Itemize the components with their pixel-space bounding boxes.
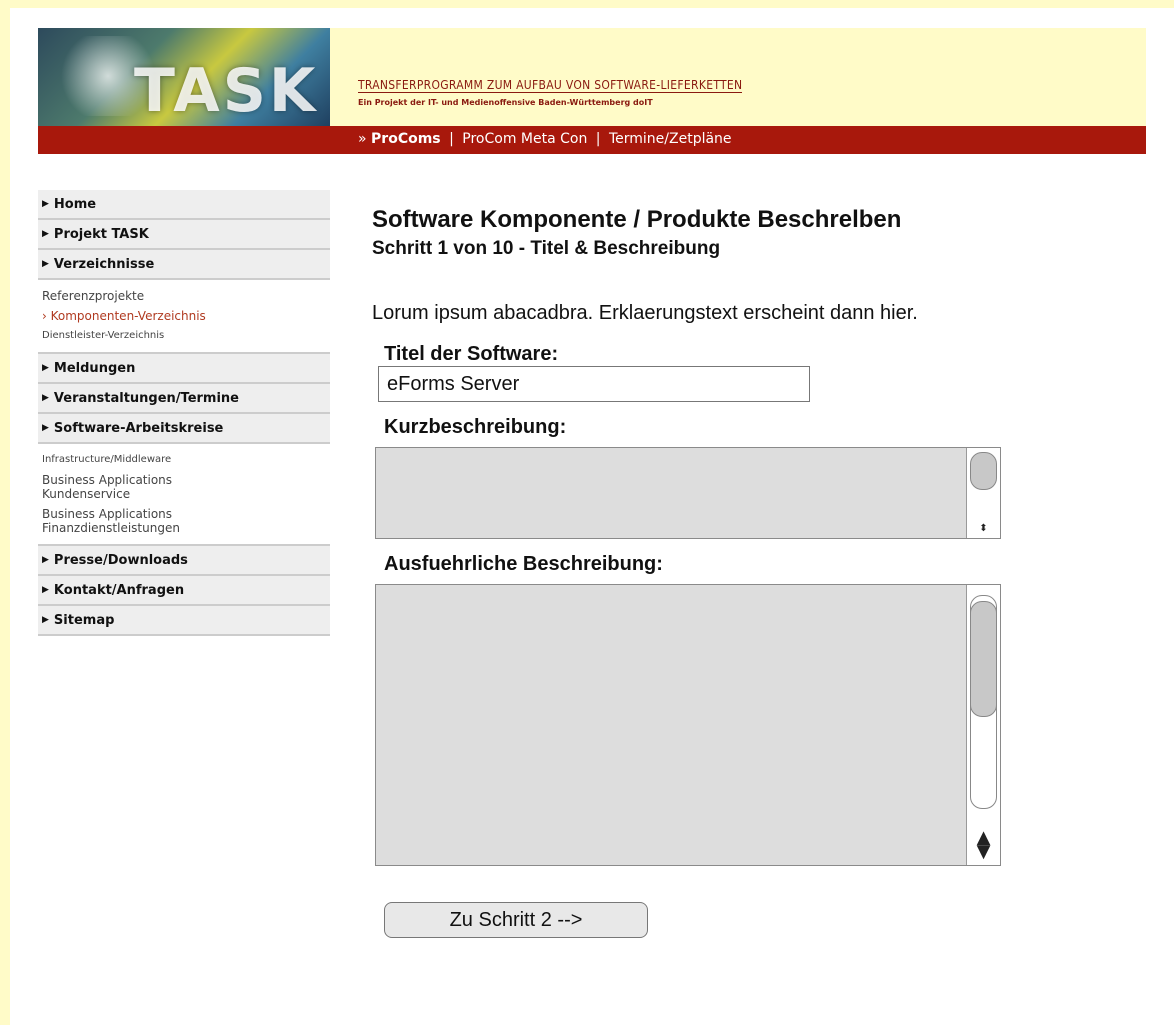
- sidebar-subitem-referenzprojekte[interactable]: Referenzprojekte: [42, 286, 330, 306]
- sidebar-subitem-finanzdienstleistungen[interactable]: Business Applications Finanzdienstleistu…: [42, 504, 252, 538]
- logo-text: TASK: [134, 56, 319, 126]
- next-step-button[interactable]: Zu Schritt 2 -->: [384, 902, 648, 938]
- triangle-right-icon: ▶: [42, 615, 49, 625]
- short-description-scrollbar[interactable]: ⬍: [966, 448, 1000, 538]
- scroll-thumb[interactable]: [970, 452, 997, 490]
- sidebar-item-label: Veranstaltungen/Termine: [53, 390, 240, 406]
- task-logo[interactable]: TASK: [38, 28, 330, 126]
- sidebar-item-verzeichnisse[interactable]: ▶ Verzeichnisse: [38, 250, 330, 280]
- sidebar-item-label: Kontakt/Anfragen: [53, 582, 185, 598]
- nav-item-procoms[interactable]: ProComs: [371, 131, 441, 147]
- sidebar-submenu-verzeichnisse: Referenzprojekte Komponenten-Verzeichnis…: [38, 280, 330, 354]
- sidebar-item-label: Meldungen: [53, 360, 136, 376]
- site-header: TASK TRANSFERPROGRAMM ZUM AUFBAU VON SOF…: [38, 28, 1146, 154]
- sidebar-item-label: Sitemap: [53, 612, 115, 628]
- triangle-right-icon: ▶: [42, 229, 49, 239]
- sidebar-item-arbeitskreise[interactable]: ▶ Software-Arbeitskreise: [38, 414, 330, 444]
- short-description-textarea[interactable]: ⬍: [375, 447, 1001, 539]
- main-content: Software Komponente / Produkte Beschrelb…: [372, 206, 1132, 938]
- triangle-right-icon: ▶: [42, 259, 49, 269]
- page: TASK TRANSFERPROGRAMM ZUM AUFBAU VON SOF…: [10, 8, 1174, 1025]
- triangle-right-icon: ▶: [42, 199, 49, 209]
- sidebar-subitem-dienstleister[interactable]: Dienstleister-Verzeichnis: [42, 326, 330, 346]
- short-description-label: Kurzbeschreibung:: [384, 416, 567, 438]
- top-nav: » ProComs | ProCom Meta Con | Termine/Ze…: [38, 126, 1146, 154]
- triangle-right-icon: ▶: [42, 585, 49, 595]
- scroll-thumb[interactable]: [970, 601, 997, 717]
- banner-subtitle: Ein Projekt der IT- und Medienoffensive …: [358, 98, 653, 107]
- sidebar-item-home[interactable]: ▶ Home: [38, 190, 330, 220]
- scroll-arrows-icon[interactable]: ▲ ▼: [967, 829, 1000, 861]
- sidebar-item-label: Presse/Downloads: [53, 552, 188, 568]
- sidebar: ▶ Home ▶ Projekt TASK ▶ Verzeichnisse Refer…: [38, 190, 330, 636]
- sidebar-item-presse[interactable]: ▶ Presse/Downloads: [38, 546, 330, 576]
- sidebar-subitem-infrastructure[interactable]: Infrastructure/Middleware: [42, 450, 330, 470]
- sidebar-item-label: Verzeichnisse: [53, 256, 155, 272]
- sidebar-item-projekt-task[interactable]: ▶ Projekt TASK: [38, 220, 330, 250]
- page-title: Software Komponente / Produkte Beschrelb…: [372, 206, 902, 233]
- triangle-right-icon: ▶: [42, 393, 49, 403]
- nav-item-termine[interactable]: Termine/Zetpläne: [609, 131, 732, 147]
- triangle-right-icon: ▶: [42, 363, 49, 373]
- scroll-arrows-icon[interactable]: ⬍: [967, 522, 1000, 536]
- nav-prefix-icon: »: [358, 131, 367, 147]
- sidebar-item-meldungen[interactable]: ▶ Meldungen: [38, 354, 330, 384]
- sidebar-subitem-komponenten[interactable]: Komponenten-Verzeichnis: [42, 306, 330, 326]
- banner: TRANSFERPROGRAMM ZUM AUFBAU VON SOFTWARE…: [330, 28, 1146, 126]
- nav-separator: |: [449, 131, 454, 147]
- sidebar-item-veranstaltungen[interactable]: ▶ Veranstaltungen/Termine: [38, 384, 330, 414]
- banner-title: TRANSFERPROGRAMM ZUM AUFBAU VON SOFTWARE…: [358, 78, 743, 93]
- intro-text: Lorum ipsum abacadbra. Erklaerungstext e…: [372, 302, 918, 324]
- long-description-scrollbar[interactable]: ▲ ▼: [966, 585, 1000, 865]
- triangle-right-icon: ▶: [42, 423, 49, 433]
- sidebar-item-sitemap[interactable]: ▶ Sitemap: [38, 606, 330, 636]
- triangle-right-icon: ▶: [42, 555, 49, 565]
- long-description-label: Ausfuehrliche Beschreibung:: [384, 553, 663, 575]
- sidebar-subitem-kundenservice[interactable]: Business Applications Kundenservice: [42, 470, 242, 504]
- sidebar-item-kontakt[interactable]: ▶ Kontakt/Anfragen: [38, 576, 330, 606]
- sidebar-item-label: Home: [53, 196, 97, 212]
- step-subtitle: Schritt 1 von 10 - Titel & Beschreibung: [372, 238, 721, 259]
- sidebar-item-label: Projekt TASK: [53, 226, 149, 242]
- title-input[interactable]: [378, 366, 810, 402]
- long-description-textarea[interactable]: ▲ ▼: [375, 584, 1001, 866]
- sidebar-item-label: Software-Arbeitskreise: [53, 420, 224, 436]
- nav-item-procom-meta-con[interactable]: ProCom Meta Con: [462, 131, 587, 147]
- sidebar-submenu-arbeitskreise: Infrastructure/Middleware Business Appli…: [38, 444, 330, 546]
- title-label: Titel der Software:: [384, 343, 559, 365]
- nav-separator: |: [595, 131, 601, 147]
